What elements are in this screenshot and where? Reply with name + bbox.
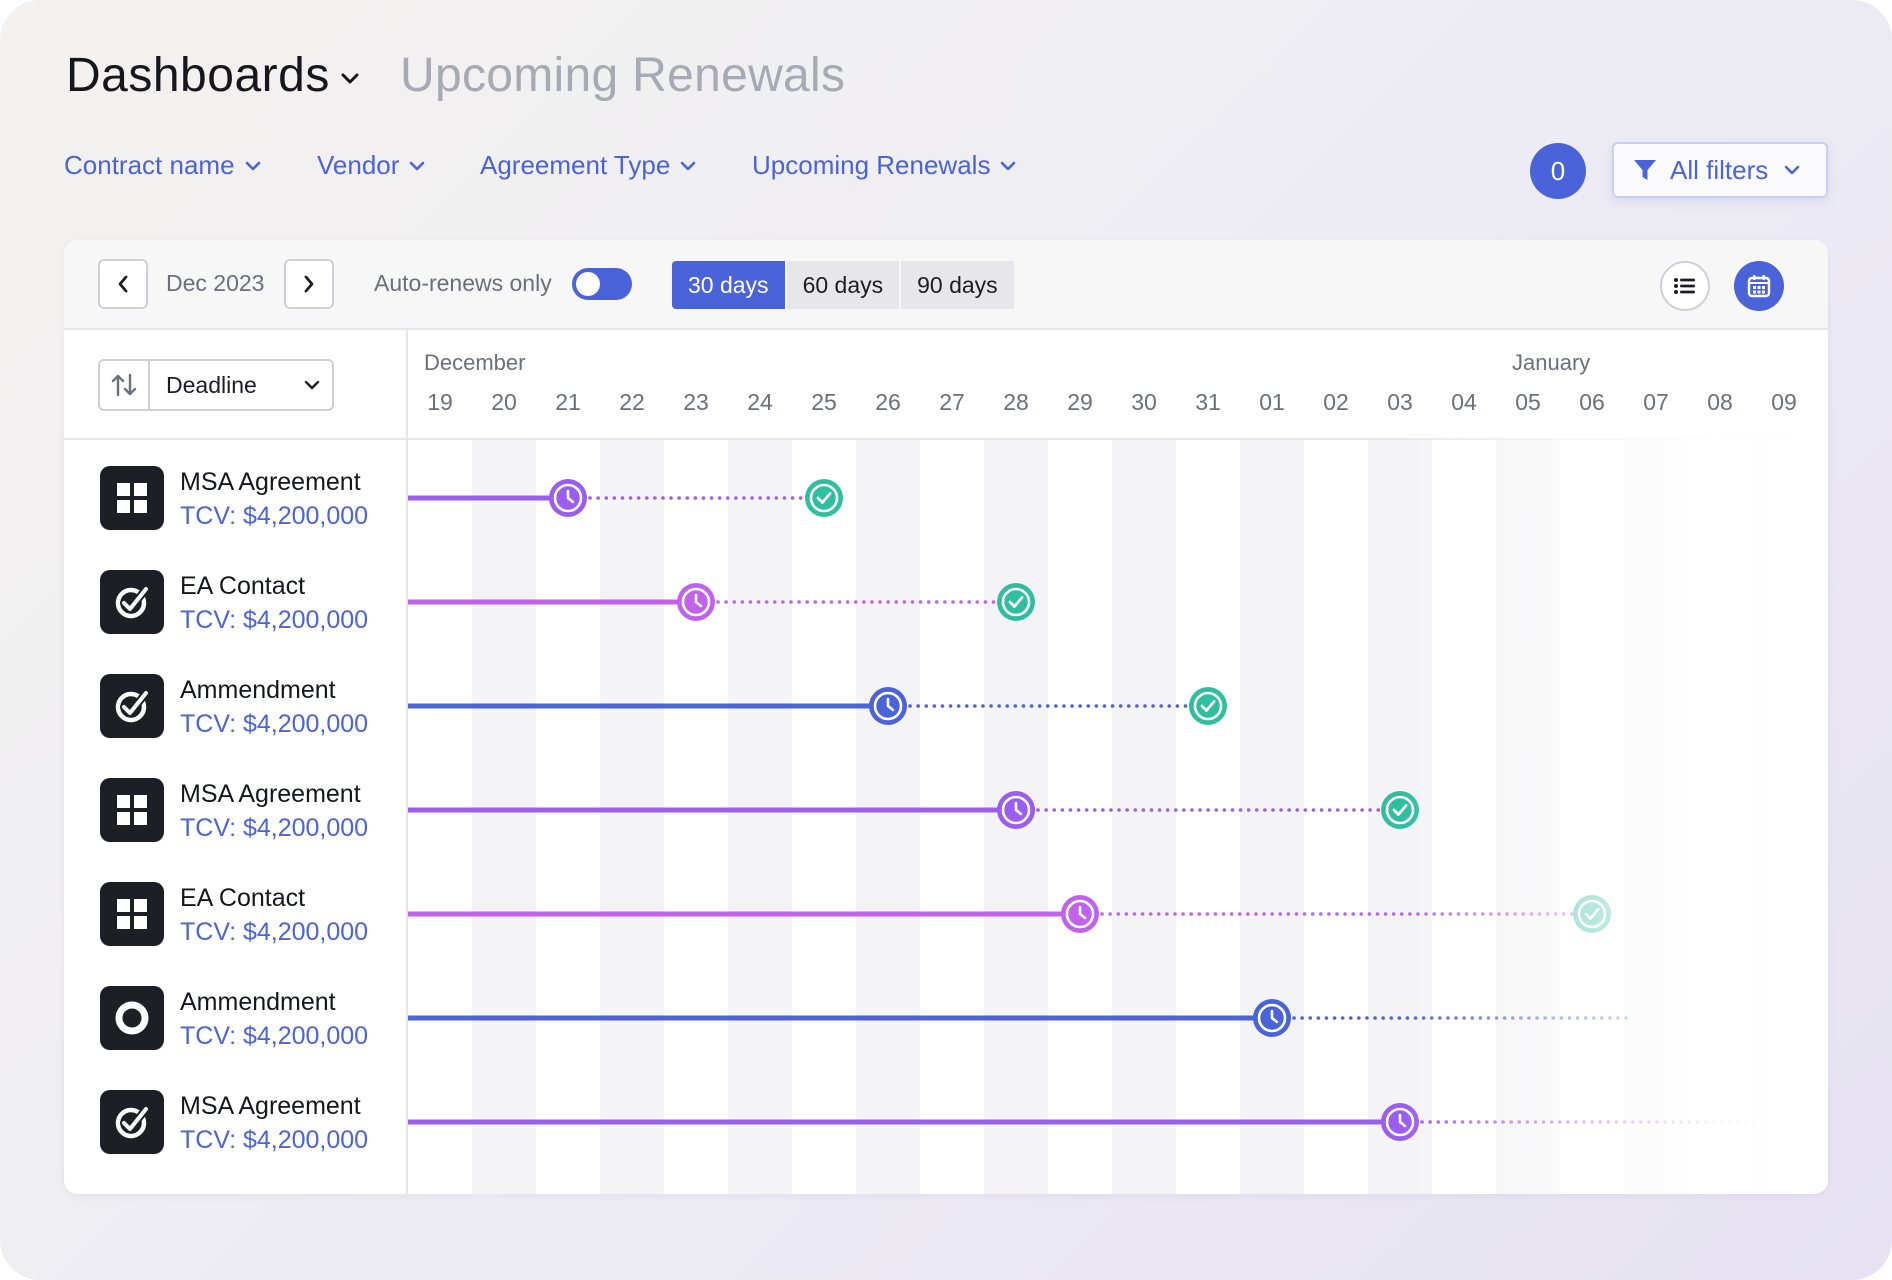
grid-icon — [100, 778, 164, 842]
contract-row[interactable]: MSA Agreement TCV: $4,200,000 — [64, 1070, 406, 1174]
all-filters-label: All filters — [1670, 154, 1769, 185]
filter-upcoming-renewals[interactable]: Upcoming Renewals — [752, 150, 1016, 181]
checkmark-icon — [100, 1090, 164, 1154]
renewal-check-icon[interactable] — [805, 479, 843, 517]
contract-row[interactable]: Ammendment TCV: $4,200,000 — [64, 654, 406, 758]
dashboards-menu[interactable]: Dashboards — [66, 48, 360, 103]
contract-name: EA Contact — [180, 572, 306, 600]
deadline-clock-icon[interactable] — [869, 687, 907, 725]
filter-label: Contract name — [64, 150, 235, 180]
contract-tcv: TCV: $4,200,000 — [180, 1126, 369, 1154]
deadline-clock-icon[interactable] — [997, 791, 1035, 829]
chevron-down-icon — [341, 73, 359, 83]
page-subtitle: Upcoming Renewals — [400, 49, 846, 102]
renewal-track — [408, 1103, 1762, 1141]
contract-name: MSA Agreement — [180, 468, 361, 496]
contract-row[interactable]: EA Contact TCV: $4,200,000 — [64, 862, 406, 966]
checkmark-icon — [100, 674, 164, 738]
contract-name: MSA Agreement — [180, 1092, 361, 1120]
app-frame: Dashboards Upcoming Renewals Contract na… — [0, 0, 1892, 1280]
renewal-track — [408, 791, 1419, 829]
contract-tcv: TCV: $4,200,000 — [180, 918, 369, 946]
deadline-clock-icon[interactable] — [1381, 1103, 1419, 1141]
contract-tcv: TCV: $4,200,000 — [180, 710, 369, 738]
filter-label: Vendor — [317, 150, 400, 180]
column-divider — [406, 328, 408, 1194]
chevron-down-icon — [1784, 165, 1800, 175]
contract-tcv: TCV: $4,200,000 — [180, 502, 369, 530]
renewal-check-icon[interactable] — [1381, 791, 1419, 829]
chevron-down-icon — [245, 161, 260, 170]
funnel-icon — [1634, 160, 1656, 180]
renewal-track — [408, 687, 1227, 725]
contract-name: MSA Agreement — [180, 780, 361, 808]
circle-icon — [100, 986, 164, 1050]
deadline-clock-icon[interactable] — [677, 583, 715, 621]
filter-contract-name[interactable]: Contract name — [64, 150, 261, 181]
contract-tcv: TCV: $4,200,000 — [180, 606, 369, 634]
renewal-track — [408, 479, 843, 517]
deadline-clock-icon[interactable] — [549, 479, 587, 517]
all-filters-button[interactable]: All filters — [1612, 142, 1828, 198]
chevron-down-icon — [1001, 161, 1016, 170]
page-title: Dashboards — [66, 49, 330, 102]
renewal-track — [408, 583, 1035, 621]
grid-icon — [100, 882, 164, 946]
contract-tcv: TCV: $4,200,000 — [180, 1022, 369, 1050]
filter-agreement-type[interactable]: Agreement Type — [480, 150, 696, 181]
contract-name: Ammendment — [180, 988, 336, 1016]
filter-label: Agreement Type — [480, 150, 671, 180]
contract-row[interactable]: Ammendment TCV: $4,200,000 — [64, 966, 406, 1070]
deadline-clock-icon[interactable] — [1061, 895, 1099, 933]
renewal-track — [408, 895, 1611, 933]
contract-tcv: TCV: $4,200,000 — [180, 814, 369, 842]
active-filter-count-badge: 0 — [1530, 143, 1586, 199]
filter-vendor[interactable]: Vendor — [317, 150, 425, 181]
chevron-down-icon — [410, 161, 425, 170]
filter-label: Upcoming Renewals — [752, 150, 991, 180]
renewals-timeline-card: Dec 2023 Auto-renews only 30 days 60 day… — [64, 240, 1828, 1194]
grid-icon — [100, 466, 164, 530]
contract-row[interactable]: MSA Agreement TCV: $4,200,000 — [64, 758, 406, 862]
contract-name: EA Contact — [180, 884, 306, 912]
contract-row[interactable]: MSA Agreement TCV: $4,200,000 — [64, 446, 406, 550]
renewal-check-icon[interactable] — [1573, 895, 1611, 933]
checkmark-icon — [100, 570, 164, 634]
renewal-track — [408, 999, 1634, 1037]
contract-name: Ammendment — [180, 676, 336, 704]
renewal-check-icon[interactable] — [1189, 687, 1227, 725]
deadline-clock-icon[interactable] — [1253, 999, 1291, 1037]
contract-row[interactable]: EA Contact TCV: $4,200,000 — [64, 550, 406, 654]
chevron-down-icon — [681, 161, 696, 170]
renewal-check-icon[interactable] — [997, 583, 1035, 621]
